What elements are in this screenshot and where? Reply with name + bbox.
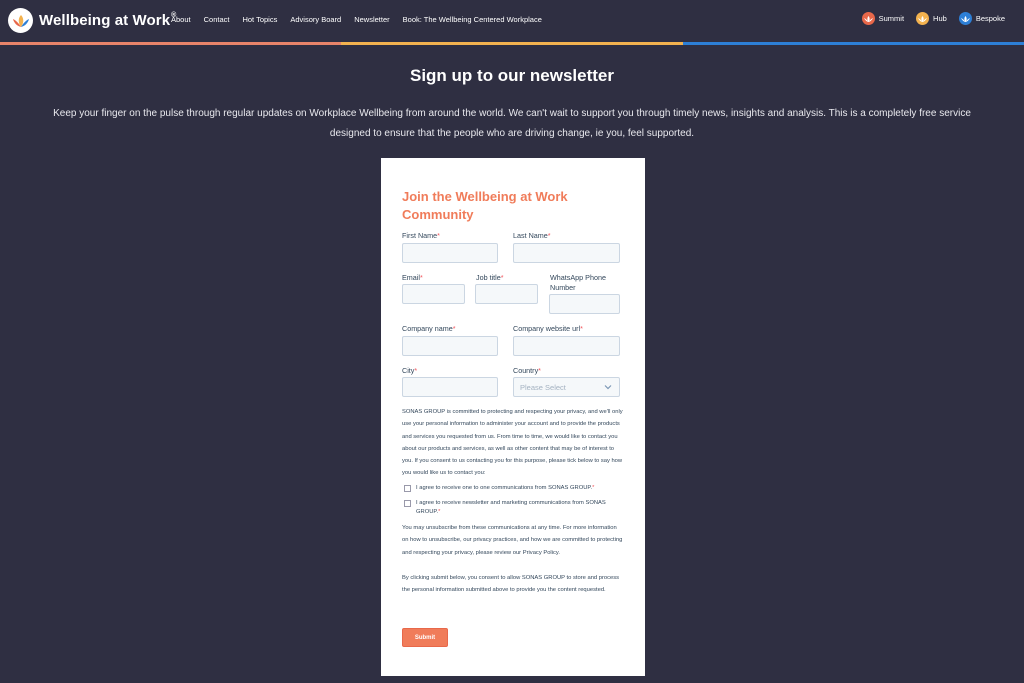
- nav-links: About Contact Hot Topics Advisory Board …: [171, 15, 555, 24]
- brand-logo[interactable]: Wellbeing at Work®: [8, 8, 176, 33]
- page-title: Sign up to our newsletter: [409, 66, 614, 85]
- job-title-label: Job title*: [476, 273, 504, 282]
- city-input[interactable]: [402, 377, 498, 397]
- top-navigation: Wellbeing at Work® About Contact Hot Top…: [0, 0, 1024, 42]
- consent-newsletter-checkbox[interactable]: [404, 500, 411, 507]
- city-label: City*: [402, 366, 418, 375]
- submit-button[interactable]: Submit: [402, 628, 448, 647]
- company-url-input[interactable]: [513, 336, 620, 356]
- last-name-input[interactable]: [513, 243, 620, 263]
- lotus-logo-icon: [8, 8, 33, 33]
- country-select[interactable]: Please Select: [513, 377, 620, 397]
- signup-form: Join the Wellbeing at Work Community Fir…: [381, 158, 645, 676]
- nav-link-hot-topics[interactable]: Hot Topics: [242, 15, 277, 24]
- hub-lotus-icon: [916, 12, 930, 25]
- email-label: Email*: [402, 273, 423, 282]
- page-description: Keep your finger on the pulse through re…: [53, 108, 971, 139]
- whatsapp-input[interactable]: [549, 294, 620, 314]
- stripe-segment-coral: [0, 42, 342, 45]
- company-name-input[interactable]: [402, 336, 498, 356]
- nav-link-summit[interactable]: Summit: [861, 12, 904, 25]
- first-name-input[interactable]: [402, 243, 498, 263]
- bespoke-lotus-icon: [958, 12, 972, 25]
- country-label: Country*: [513, 366, 541, 375]
- nav-link-advisory-board[interactable]: Advisory Board: [290, 15, 341, 24]
- nav-link-contact[interactable]: Contact: [204, 15, 230, 24]
- nav-right-links: Summit Hub Bespoke: [850, 12, 1005, 25]
- consent-one-to-one-checkbox[interactable]: [404, 485, 411, 492]
- consent-one-to-one-row: I agree to receive one to one communicat…: [404, 484, 622, 493]
- nav-link-about[interactable]: About: [171, 15, 191, 24]
- nav-link-hub[interactable]: Hub: [916, 12, 947, 25]
- consent-newsletter-label: I agree to receive newsletter and market…: [416, 500, 606, 515]
- unsubscribe-text: You may unsubscribe from these communica…: [402, 525, 623, 556]
- first-name-label: First Name*: [402, 231, 440, 240]
- consent-newsletter-row: I agree to receive newsletter and market…: [404, 499, 622, 516]
- nav-link-newsletter[interactable]: Newsletter: [354, 15, 389, 24]
- last-name-label: Last Name*: [513, 231, 551, 240]
- company-name-label: Company name*: [402, 324, 456, 333]
- whatsapp-label: WhatsApp Phone Number: [550, 273, 606, 292]
- stripe-segment-yellow: [341, 42, 683, 45]
- job-title-input[interactable]: [475, 284, 538, 304]
- color-stripe: [0, 42, 1024, 45]
- stripe-segment-blue: [682, 42, 1024, 45]
- form-title: Join the Wellbeing at Work Community: [402, 189, 568, 222]
- summit-lotus-icon: [861, 12, 875, 25]
- consent-store-text: By clicking submit below, you consent to…: [402, 575, 620, 594]
- country-select-placeholder: Please Select: [520, 383, 566, 392]
- privacy-intro-text: SONAS GROUP is committed to protecting a…: [402, 409, 623, 477]
- nav-link-book[interactable]: Book: The Wellbeing Centered Workplace: [403, 15, 542, 24]
- chevron-down-icon: [604, 385, 612, 390]
- brand-name: Wellbeing at Work®: [39, 12, 177, 29]
- email-input[interactable]: [402, 284, 465, 304]
- company-url-label: Company website url*: [513, 324, 583, 333]
- nav-link-bespoke[interactable]: Bespoke: [958, 12, 1005, 25]
- consent-one-to-one-label: I agree to receive one to one communicat…: [416, 485, 595, 491]
